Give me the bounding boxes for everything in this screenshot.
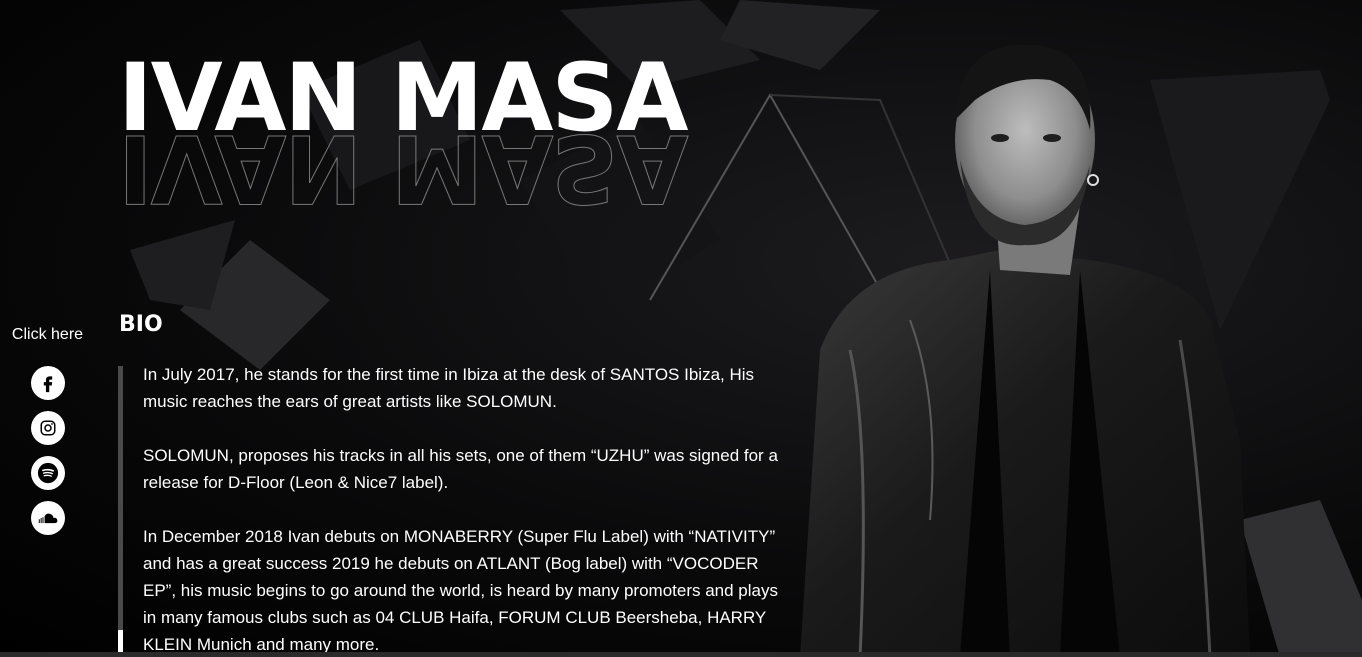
spotify-button[interactable] — [30, 456, 65, 490]
facebook-button[interactable] — [30, 366, 65, 400]
facebook-icon — [43, 376, 52, 393]
instagram-button[interactable] — [30, 411, 65, 445]
bio-text: In July 2017, he stands for the first ti… — [143, 361, 783, 657]
soundcloud-icon — [38, 513, 57, 524]
bio-paragraph: In December 2018 Ivan debuts on MONABERR… — [143, 527, 778, 654]
page-scrollbar[interactable] — [0, 652, 1362, 657]
instagram-icon — [40, 420, 55, 436]
artist-photo — [800, 44, 1250, 657]
bio-scrollbar[interactable] — [118, 366, 123, 656]
bio-paragraph: SOLOMUN, proposes his tracks in all his … — [143, 446, 778, 492]
artist-page: IVAN MASA IVAN MASA Click here BIO In Ju… — [0, 0, 1362, 657]
social-links — [0, 366, 95, 535]
bio-paragraph: In July 2017, he stands for the first ti… — [143, 365, 755, 411]
click-here-label: Click here — [11, 326, 84, 343]
bio-heading: BIO — [119, 312, 163, 337]
spotify-icon — [37, 462, 58, 484]
social-sidebar: Click here — [0, 326, 95, 535]
soundcloud-button[interactable] — [30, 501, 65, 535]
bio-scrollbar-thumb[interactable] — [118, 630, 123, 652]
artist-name-reflection: IVAN MASA — [118, 113, 687, 223]
